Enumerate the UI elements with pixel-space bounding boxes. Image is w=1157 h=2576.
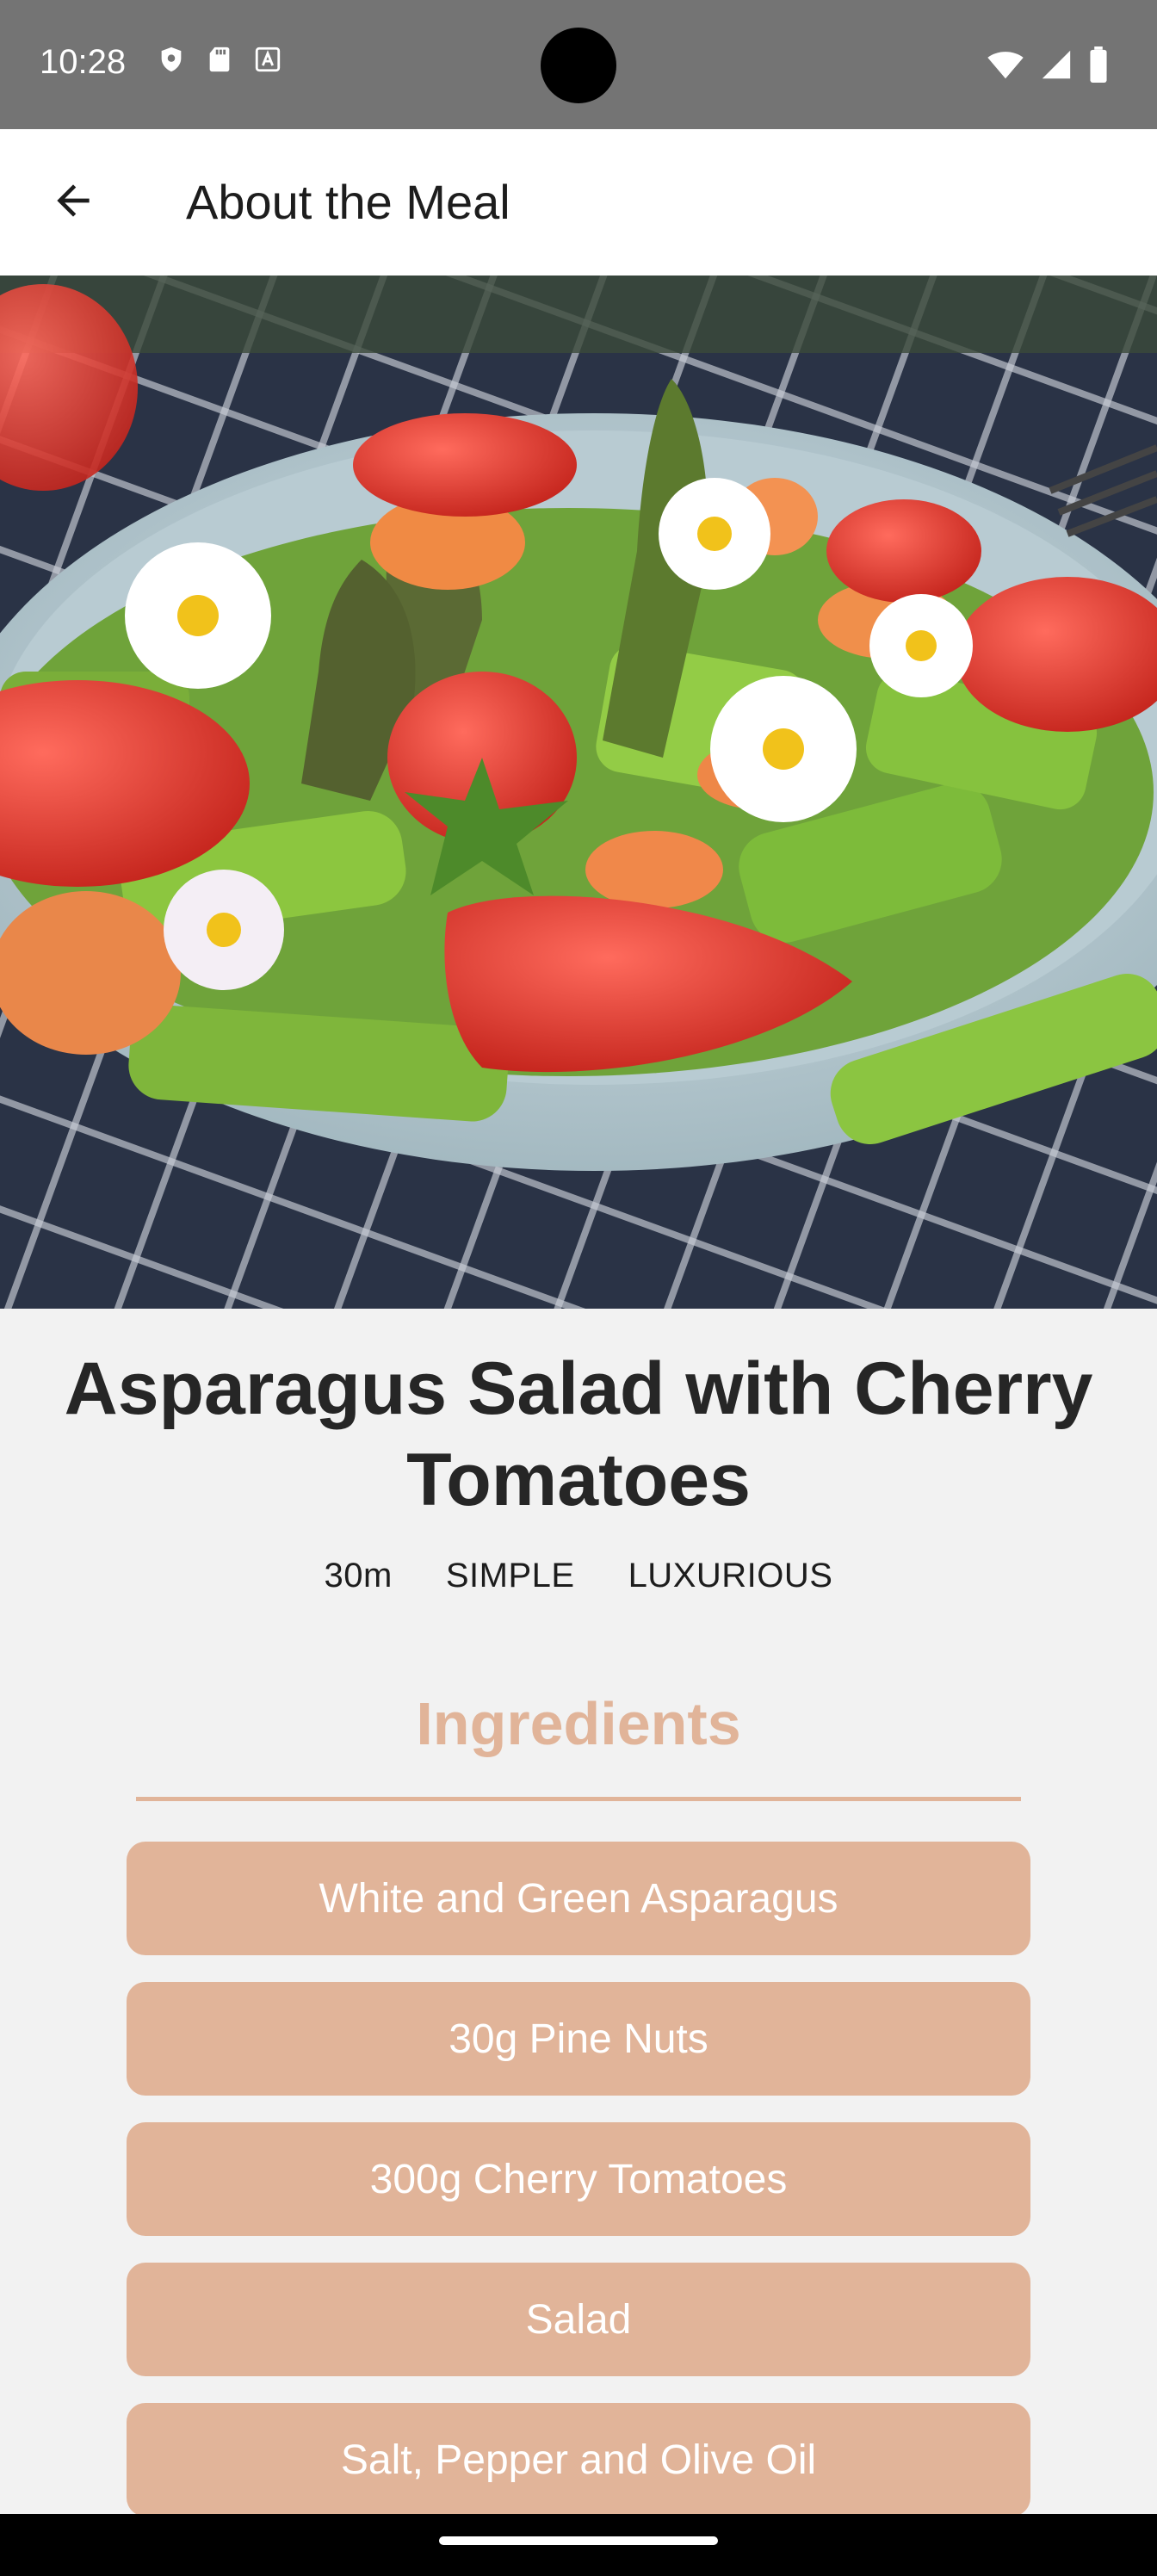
system-nav-bar [0, 2514, 1157, 2576]
wifi-icon [987, 49, 1024, 84]
status-time: 10:28 [40, 43, 127, 81]
shield-icon [157, 45, 186, 74]
status-notification-icons [157, 45, 282, 74]
app-bar [0, 129, 1157, 276]
ingredient-item: 30g Pine Nuts [127, 1982, 1030, 2096]
ingredient-item: Salad [127, 2263, 1030, 2376]
meal-meta: 30m SIMPLE LUXURIOUS [0, 1557, 1157, 1595]
gesture-nav-handle[interactable] [439, 2536, 718, 2545]
text-a-icon [253, 45, 282, 74]
meal-affordability: LUXURIOUS [628, 1557, 833, 1595]
sd-card-icon [205, 45, 234, 74]
ingredients-heading: Ingredients [416, 1690, 741, 1757]
section-divider [136, 1797, 1021, 1801]
ingredient-item: 300g Cherry Tomatoes [127, 2122, 1030, 2236]
arrow-back-icon [49, 176, 97, 229]
ingredient-item: Salt, Pepper and Olive Oil [127, 2403, 1030, 2517]
status-bar: 10:28 [0, 0, 1157, 129]
daisy [125, 542, 271, 689]
meal-image [0, 276, 1157, 1309]
meal-complexity: SIMPLE [445, 1557, 575, 1595]
cellular-signal-icon [1040, 49, 1073, 84]
meal-title: Asparagus Salad with Cherry Tomatoes [64, 1347, 1093, 1521]
meal-duration: 30m [324, 1557, 393, 1595]
camera-cutout [541, 28, 616, 103]
back-button[interactable] [34, 168, 112, 237]
ingredients-list: White and Green Asparagus 30g Pine Nuts … [127, 1842, 1030, 2543]
battery-icon [1088, 46, 1109, 87]
status-system-icons [987, 46, 1109, 87]
page-title: About the Meal [186, 175, 510, 229]
ingredient-item: White and Green Asparagus [127, 1842, 1030, 1955]
